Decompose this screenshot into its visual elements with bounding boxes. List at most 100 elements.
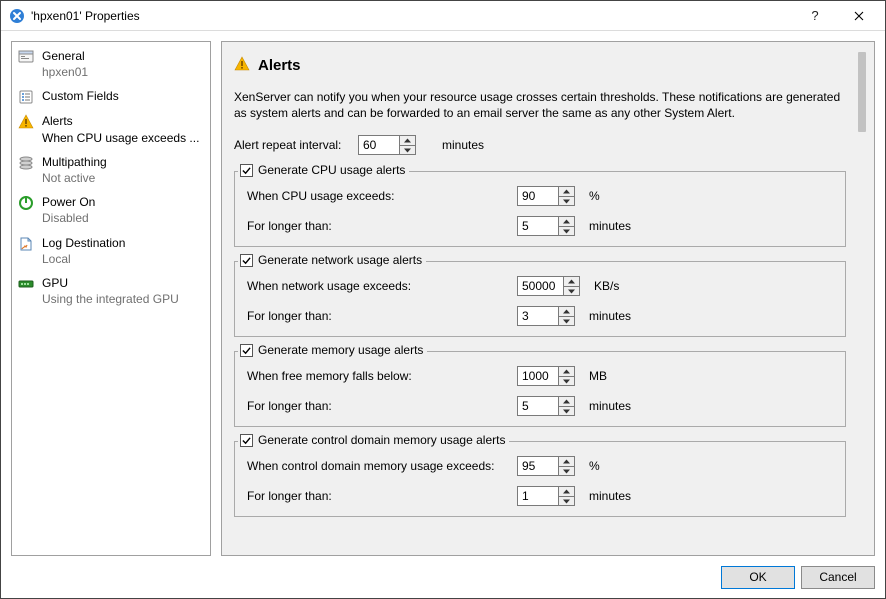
- group-checkbox[interactable]: [240, 344, 253, 357]
- chevron-up-icon[interactable]: [559, 307, 574, 317]
- scrollbar[interactable]: [854, 52, 870, 545]
- alert-interval-row: Alert repeat interval: minutes: [234, 135, 846, 155]
- sidebar-item-label: Custom Fields: [42, 88, 119, 104]
- chevron-down-icon[interactable]: [559, 467, 574, 476]
- value-spinner[interactable]: [517, 486, 575, 506]
- value-input[interactable]: [518, 277, 563, 295]
- chevron-up-icon[interactable]: [400, 136, 415, 146]
- page-description: XenServer can notify you when your resou…: [234, 89, 846, 121]
- field-row: For longer than:minutes: [247, 396, 835, 416]
- group-legend: Generate memory usage alerts: [238, 343, 427, 357]
- field-unit: minutes: [589, 219, 631, 233]
- chevron-up-icon[interactable]: [559, 367, 574, 377]
- window-title: 'hpxen01' Properties: [31, 9, 793, 23]
- value-input[interactable]: [518, 367, 558, 385]
- sidebar-item-sub: Local: [42, 251, 125, 267]
- alert-group-0: Generate CPU usage alertsWhen CPU usage …: [234, 171, 846, 247]
- interval-spinner[interactable]: [358, 135, 416, 155]
- help-button[interactable]: ?: [793, 1, 837, 30]
- properties-dialog: 'hpxen01' Properties ? Generalhpxen01 Cus…: [0, 0, 886, 599]
- value-input[interactable]: [518, 217, 558, 235]
- field-unit: minutes: [589, 309, 631, 323]
- sidebar-item-custom-fields[interactable]: Custom Fields: [12, 84, 210, 109]
- field-label: For longer than:: [247, 309, 517, 323]
- sidebar-item-alerts[interactable]: AlertsWhen CPU usage exceeds ...: [12, 109, 210, 149]
- field-row: When control domain memory usage exceeds…: [247, 456, 835, 476]
- spin-buttons[interactable]: [558, 367, 574, 385]
- sidebar-item-multipathing[interactable]: MultipathingNot active: [12, 150, 210, 190]
- value-input[interactable]: [518, 307, 558, 325]
- app-icon: [9, 8, 25, 24]
- chevron-up-icon[interactable]: [559, 187, 574, 197]
- spin-buttons[interactable]: [558, 397, 574, 415]
- sidebar-item-label: Alerts: [42, 113, 199, 129]
- sidebar-item-general[interactable]: Generalhpxen01: [12, 44, 210, 84]
- field-label: When control domain memory usage exceeds…: [247, 459, 517, 473]
- spin-buttons[interactable]: [558, 307, 574, 325]
- field-label: When CPU usage exceeds:: [247, 189, 517, 203]
- group-legend: Generate network usage alerts: [238, 253, 426, 267]
- chevron-up-icon[interactable]: [559, 217, 574, 227]
- chevron-up-icon[interactable]: [559, 487, 574, 497]
- spin-buttons[interactable]: [558, 187, 574, 205]
- sidebar-item-power-on[interactable]: Power OnDisabled: [12, 190, 210, 230]
- group-legend: Generate CPU usage alerts: [238, 163, 409, 177]
- spin-buttons[interactable]: [558, 457, 574, 475]
- chevron-down-icon[interactable]: [559, 377, 574, 386]
- field-label: For longer than:: [247, 219, 517, 233]
- group-checkbox[interactable]: [240, 434, 253, 447]
- sidebar: Generalhpxen01 Custom Fields AlertsWhen CP…: [11, 41, 211, 556]
- field-label: For longer than:: [247, 489, 517, 503]
- sidebar-item-gpu[interactable]: GPUUsing the integrated GPU: [12, 271, 210, 311]
- sidebar-item-label: Log Destination: [42, 235, 125, 251]
- content-panel: Alerts XenServer can notify you when you…: [221, 41, 875, 556]
- sidebar-item-sub: hpxen01: [42, 64, 88, 80]
- chevron-down-icon[interactable]: [559, 497, 574, 506]
- interval-input[interactable]: [359, 136, 399, 154]
- value-spinner[interactable]: [517, 456, 575, 476]
- chevron-down-icon[interactable]: [559, 227, 574, 236]
- chevron-down-icon[interactable]: [564, 287, 579, 296]
- sidebar-item-sub: Disabled: [42, 210, 95, 226]
- alert-group-1: Generate network usage alertsWhen networ…: [234, 261, 846, 337]
- chevron-down-icon[interactable]: [559, 317, 574, 326]
- spin-buttons[interactable]: [563, 277, 579, 295]
- chevron-up-icon[interactable]: [559, 457, 574, 467]
- chevron-up-icon[interactable]: [564, 277, 579, 287]
- spin-buttons[interactable]: [558, 217, 574, 235]
- button-bar: OK Cancel: [1, 556, 885, 598]
- value-spinner[interactable]: [517, 276, 580, 296]
- field-label: For longer than:: [247, 399, 517, 413]
- value-input[interactable]: [518, 187, 558, 205]
- group-checkbox[interactable]: [240, 254, 253, 267]
- value-input[interactable]: [518, 397, 558, 415]
- chevron-down-icon[interactable]: [400, 146, 415, 155]
- field-row: For longer than: minutes: [247, 306, 835, 326]
- value-spinner[interactable]: [517, 366, 575, 386]
- cancel-button[interactable]: Cancel: [801, 566, 875, 589]
- value-input[interactable]: [518, 487, 558, 505]
- value-spinner[interactable]: [517, 306, 575, 326]
- chevron-down-icon[interactable]: [559, 407, 574, 416]
- page-title: Alerts: [258, 57, 301, 74]
- ok-button[interactable]: OK: [721, 566, 795, 589]
- field-unit: KB/s: [594, 279, 619, 293]
- group-checkbox[interactable]: [240, 164, 253, 177]
- close-button[interactable]: [837, 1, 881, 30]
- field-row: For longer than: minutes: [247, 216, 835, 236]
- title-bar: 'hpxen01' Properties ?: [1, 1, 885, 31]
- value-input[interactable]: [518, 457, 558, 475]
- spin-buttons[interactable]: [558, 487, 574, 505]
- props-icon: [18, 49, 34, 65]
- interval-spin-buttons[interactable]: [399, 136, 415, 154]
- sidebar-item-label: Multipathing: [42, 154, 107, 170]
- value-spinner[interactable]: [517, 216, 575, 236]
- value-spinner[interactable]: [517, 396, 575, 416]
- chevron-up-icon[interactable]: [559, 397, 574, 407]
- chevron-down-icon[interactable]: [559, 197, 574, 206]
- sidebar-item-log-destination[interactable]: Log DestinationLocal: [12, 231, 210, 271]
- scrollbar-thumb[interactable]: [858, 52, 866, 132]
- multipath-icon: [18, 155, 34, 171]
- value-spinner[interactable]: [517, 186, 575, 206]
- sidebar-item-sub: Using the integrated GPU: [42, 291, 179, 307]
